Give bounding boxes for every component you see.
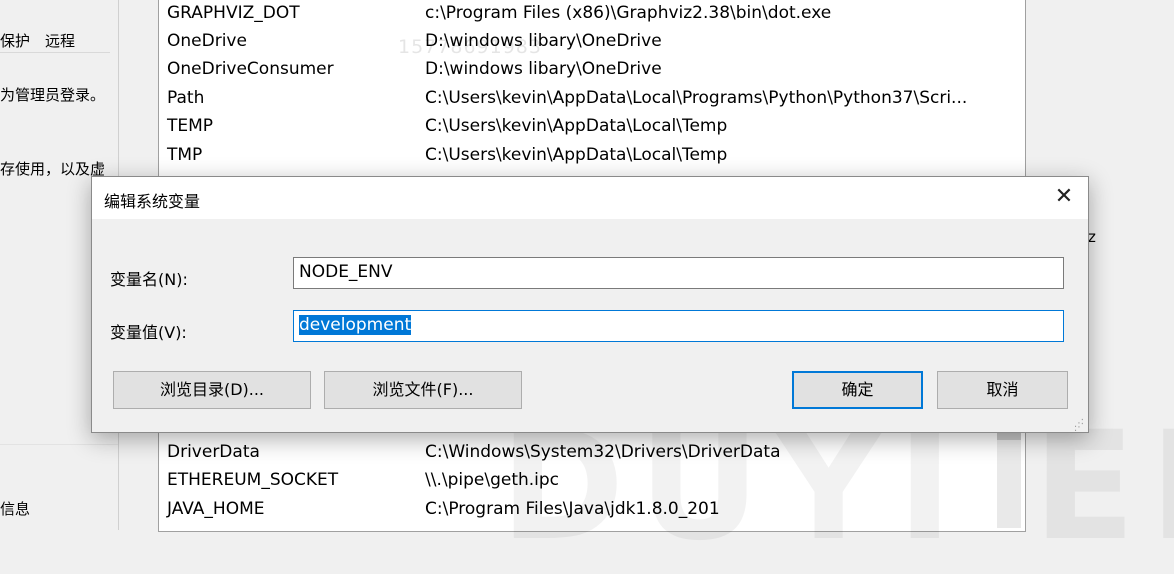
variable-value: c:\Program Files (x86)\Graphviz2.38\bin\… [425,3,832,23]
resize-grip-icon[interactable]: ⋰ ⋰ [1074,419,1085,433]
list-item[interactable]: OneDrive D:\windows libary\OneDrive [159,27,1023,55]
variable-name: TEMP [167,116,214,136]
watermark-number: 15778691983 [398,36,542,58]
cancel-button[interactable]: 取消 [937,371,1068,409]
edit-system-variable-dialog: 编辑系统变量 ✕ 变量名(N): NODE_ENV 变量值(V): develo… [91,176,1089,433]
variable-value-selected-text: development [299,315,412,335]
variable-name: Path [167,88,205,108]
system-properties-tabs: 保护 远程 [0,26,110,53]
admin-login-text: 为管理员登录。 [0,86,106,104]
close-button[interactable]: ✕ [1050,185,1078,211]
tab-remote[interactable]: 远程 [45,30,75,51]
browse-file-button[interactable]: 浏览文件(F)... [324,371,522,409]
ok-button[interactable]: 确定 [792,371,923,409]
variable-name: OneDrive [167,31,247,51]
variable-name: JAVA_HOME [167,499,265,519]
list-item[interactable]: TEMP C:\Users\kevin\AppData\Local\Temp [159,112,1023,140]
variable-value-label: 变量值(V): [110,323,187,342]
variable-name-input[interactable]: NODE_ENV [293,257,1064,289]
variable-name: OneDriveConsumer [167,59,334,79]
variable-name: GRAPHVIZ_DOT [167,3,300,23]
list-item[interactable]: OneDriveConsumer D:\windows libary\OneDr… [159,55,1023,83]
variable-name-label: 变量名(N): [110,270,188,289]
dialog-title: 编辑系统变量 [104,192,201,211]
variable-value: C:\Users\kevin\AppData\Local\Programs\Py… [425,88,968,108]
variable-name: DriverData [167,442,260,462]
variable-name: TMP [167,145,203,165]
variable-value: C:\Users\kevin\AppData\Local\Temp [425,116,728,136]
memory-usage-text: 存使用，以及虚 [0,160,106,178]
variable-name: ETHEREUM_SOCKET [167,470,339,490]
variable-value-input[interactable]: development [293,310,1064,342]
variable-value: D:\windows libary\OneDrive [425,59,662,79]
side-fragment-text: z [1088,228,1096,246]
browse-directory-button[interactable]: 浏览目录(D)... [113,371,311,409]
tab-protection[interactable]: 保护 [0,30,30,51]
dialog-titlebar[interactable]: 编辑系统变量 ✕ [92,177,1088,219]
info-text: 信息 [0,500,31,518]
list-item[interactable]: Path C:\Users\kevin\AppData\Local\Progra… [159,84,1023,112]
close-icon: ✕ [1054,184,1074,209]
list-item[interactable]: TMP C:\Users\kevin\AppData\Local\Temp [159,141,1023,169]
variable-name-value: NODE_ENV [299,262,393,282]
divider [0,444,120,445]
variable-value: C:\Users\kevin\AppData\Local\Temp [425,145,728,165]
list-item[interactable]: GRAPHVIZ_DOT c:\Program Files (x86)\Grap… [159,0,1023,27]
